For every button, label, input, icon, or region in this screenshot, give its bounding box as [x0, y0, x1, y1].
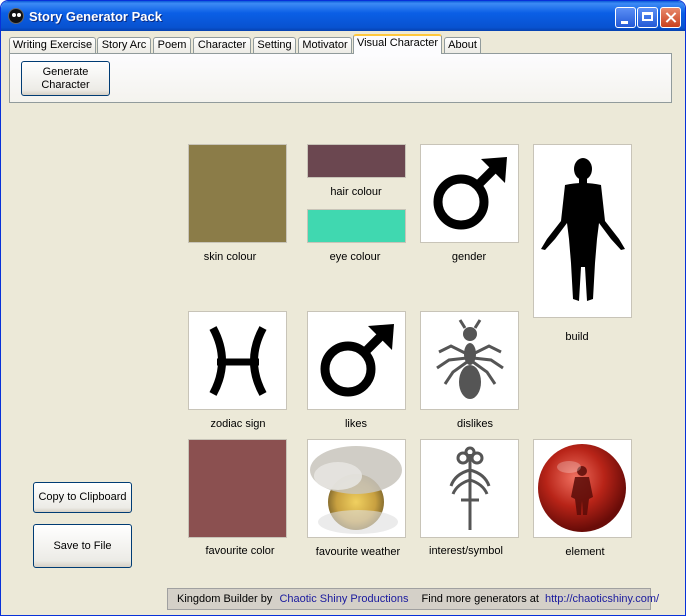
generate-character-button[interactable]: Generate Character	[21, 61, 110, 96]
tab-poem[interactable]: Poem	[153, 37, 191, 53]
wheat-staff-icon	[449, 446, 490, 530]
app-window: Story Generator Pack Writing Exercise St…	[0, 0, 686, 616]
fire-element-icon	[538, 444, 626, 532]
zodiac-sign-label: zodiac sign	[210, 418, 266, 430]
minimize-button[interactable]	[615, 7, 636, 28]
footer-bar: Kingdom Builder by Chaotic Shiny Product…	[167, 588, 659, 610]
title-bar[interactable]: Story Generator Pack	[1, 1, 685, 31]
element-label: element	[565, 546, 605, 558]
close-button[interactable]	[660, 7, 681, 28]
human-silhouette-icon	[540, 158, 625, 301]
hair-colour-label: hair colour	[330, 186, 382, 198]
tab-about[interactable]: About	[444, 37, 481, 53]
tab-setting[interactable]: Setting	[253, 37, 296, 53]
window-title: Story Generator Pack	[29, 9, 162, 24]
skin-colour-label: skin colour	[203, 251, 257, 263]
zodiac-sign-image	[188, 311, 287, 410]
male-symbol-icon	[433, 156, 507, 229]
likes-image	[307, 311, 406, 410]
website-link[interactable]: http://chaoticshiny.com/	[545, 593, 659, 605]
favourite-weather-label: favourite weather	[315, 546, 401, 558]
interest-symbol-label: interest/symbol	[429, 545, 503, 557]
tab-story-arc[interactable]: Story Arc	[97, 37, 151, 53]
gender-label: gender	[451, 251, 487, 263]
hair-colour-swatch	[307, 144, 406, 178]
pisces-symbol-icon	[208, 325, 267, 396]
ant-icon	[435, 318, 504, 399]
tab-visual-character[interactable]: Visual Character	[353, 34, 442, 54]
dislikes-image	[420, 311, 519, 410]
favourite-weather-image	[307, 439, 406, 538]
element-image	[533, 439, 632, 538]
tab-character[interactable]: Character	[193, 37, 251, 53]
cloudy-sun-icon	[308, 440, 405, 537]
footer-more-text: Find more generators at	[421, 593, 539, 605]
male-symbol-icon	[320, 323, 394, 396]
build-label: build	[565, 331, 589, 343]
eye-colour-swatch	[307, 209, 406, 243]
build-image	[533, 144, 632, 318]
favourite-color-swatch	[188, 439, 287, 538]
tab-motivator[interactable]: Motivator	[298, 37, 352, 53]
footer-prefix: Kingdom Builder by	[177, 593, 273, 605]
gender-image	[420, 144, 519, 243]
company-link[interactable]: Chaotic Shiny Productions	[279, 593, 408, 605]
dislikes-label: dislikes	[456, 418, 494, 430]
skin-colour-swatch	[188, 144, 287, 243]
copy-to-clipboard-button[interactable]: Copy to Clipboard	[33, 482, 132, 513]
likes-label: likes	[344, 418, 367, 430]
tab-writing-exercise[interactable]: Writing Exercise	[9, 37, 96, 53]
interest-symbol-image	[420, 439, 519, 538]
favourite-color-label: favourite color	[205, 545, 275, 557]
save-to-file-button[interactable]: Save to File	[33, 524, 132, 568]
maximize-button[interactable]	[637, 7, 658, 28]
eye-colour-label: eye colour	[329, 251, 381, 263]
app-icon[interactable]	[8, 8, 24, 24]
